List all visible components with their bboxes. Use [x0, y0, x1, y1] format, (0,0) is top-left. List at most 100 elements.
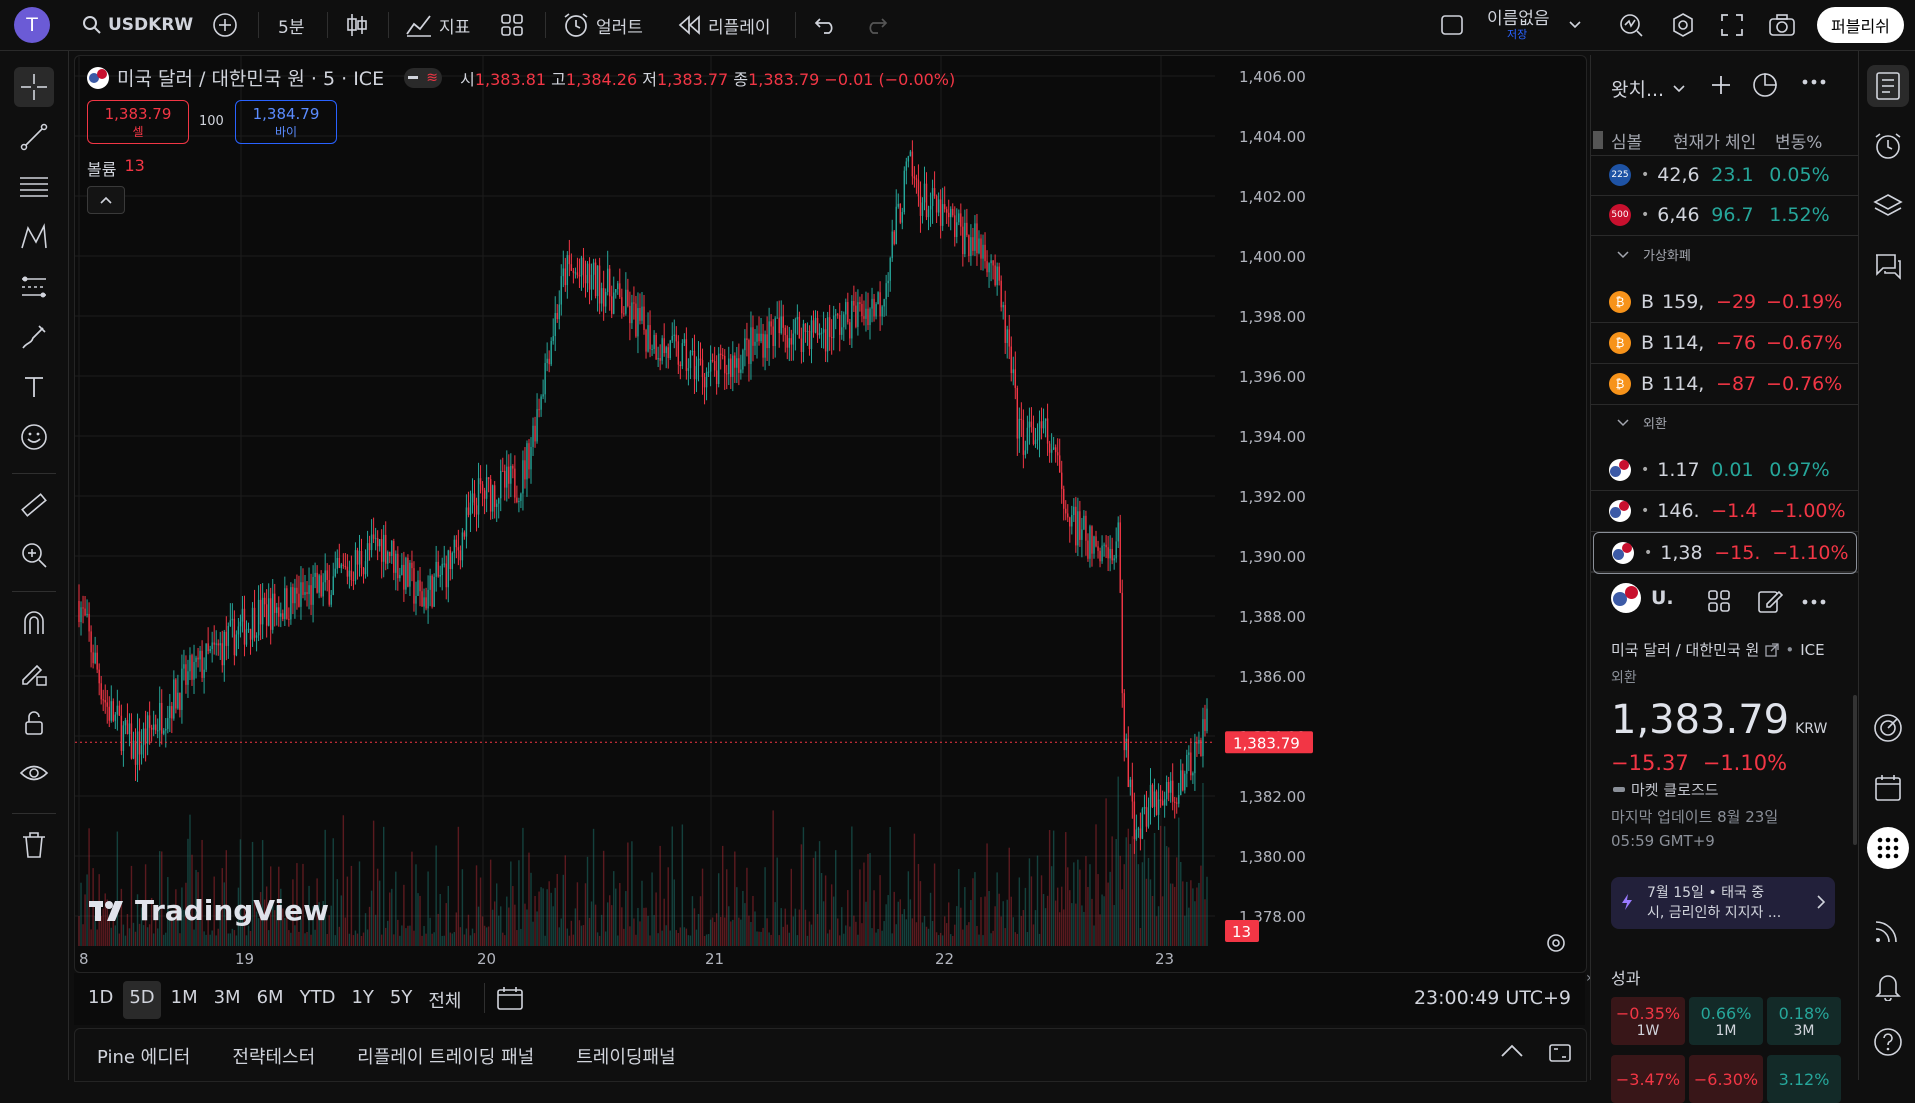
range-button[interactable]: 3M — [208, 981, 247, 1019]
performance-tile[interactable]: 0.66% 1M — [1689, 997, 1763, 1045]
price-chart[interactable]: 1,406.00 1,404.00 1,402.00 1,400.00 1,398.00… — [75, 56, 1586, 972]
hotlists-toggle[interactable] — [1867, 707, 1909, 749]
legend-toggle[interactable]: ≋ — [404, 67, 443, 88]
range-button[interactable]: 1M — [165, 981, 204, 1019]
chart-title[interactable]: 미국 달러 / 대한민국 원 · 5 · ICE — [117, 64, 384, 91]
chart-settings-button[interactable] — [1545, 932, 1567, 954]
calendar-toggle[interactable] — [1867, 767, 1909, 809]
col-change-pct[interactable]: 변동% — [1775, 128, 1822, 153]
undo-button[interactable] — [814, 0, 838, 50]
range-button[interactable]: 5D — [123, 981, 161, 1019]
col-symbol[interactable]: 심볼 — [1611, 128, 1659, 153]
watchlist-row[interactable]: • 146. −1.4 −1.00% — [1591, 491, 1859, 532]
watchlist-row[interactable]: • 1.17 0.01 0.97% — [1591, 450, 1859, 491]
crosshair-tool[interactable] — [14, 67, 54, 107]
replay-button[interactable]: 리플레이 — [678, 0, 771, 50]
quick-search-button[interactable] — [1618, 0, 1644, 50]
symbol-search[interactable]: USDKRW — [82, 0, 193, 50]
panel-tab[interactable]: 리플레이 트레이딩 패널 — [357, 1043, 534, 1069]
settings-button[interactable] — [1670, 0, 1696, 50]
panel-tab[interactable]: Pine 에디터 — [97, 1043, 190, 1069]
performance-tile[interactable]: −0.35% 1W — [1611, 997, 1685, 1045]
buy-button[interactable]: 1,384.79 바이 — [235, 100, 337, 144]
details-edit-button[interactable] — [1757, 588, 1783, 614]
details-more-button[interactable] — [1801, 597, 1827, 607]
redo-button[interactable] — [864, 0, 888, 50]
section-fx[interactable]: 외환 — [1617, 413, 1667, 432]
layouts-button[interactable] — [500, 0, 524, 50]
details-name[interactable]: 미국 달러 / 대한민국 원 — [1611, 639, 1759, 660]
emoji-tool[interactable] — [14, 417, 54, 457]
news-card[interactable]: 7월 15일 • 태국 중 시, 금리인하 지지자 ... — [1611, 877, 1835, 929]
object-tree-toggle[interactable] — [1867, 185, 1909, 227]
chart-style-button[interactable] — [345, 0, 369, 50]
text-tool[interactable] — [14, 367, 54, 407]
user-avatar[interactable]: T — [14, 0, 50, 50]
chat-toggle[interactable] — [1867, 245, 1909, 287]
watchlist-row[interactable]: • 1,38 −15. −1.10% — [1593, 532, 1857, 574]
delete-drawings-tool[interactable] — [14, 825, 54, 865]
collapse-panel-button[interactable] — [1500, 1043, 1524, 1059]
watchlist-row[interactable]: ₿ B 159, −29 −0.19% — [1591, 282, 1859, 323]
pattern-tool[interactable] — [14, 217, 54, 257]
sell-button[interactable]: 1,383.79 셀 — [87, 100, 189, 144]
alert-button[interactable]: 얼러트 — [562, 0, 643, 50]
collapse-legend-button[interactable] — [87, 186, 125, 214]
col-change[interactable]: 체인지 — [1725, 128, 1757, 153]
advanced-view-button[interactable] — [1751, 71, 1779, 99]
watchlist-toggle[interactable] — [1867, 65, 1909, 107]
magnet-tool[interactable] — [14, 603, 54, 643]
chart-pane[interactable]: 1,406.00 1,404.00 1,402.00 1,400.00 1,398.00… — [74, 55, 1587, 973]
indicators-button[interactable]: 지표 — [405, 0, 470, 50]
streams-toggle[interactable] — [1867, 909, 1909, 951]
watchlist-more-button[interactable] — [1801, 77, 1827, 87]
details-grid-button[interactable] — [1707, 589, 1731, 613]
forecast-tool[interactable] — [14, 267, 54, 307]
range-button[interactable]: 6M — [251, 981, 290, 1019]
fullscreen-button[interactable] — [1720, 0, 1744, 50]
trendline-tool[interactable] — [14, 117, 54, 157]
clock-display[interactable]: 23:00:49 UTC+9 — [1414, 987, 1571, 1009]
panel-tab[interactable]: 전략테스터 — [232, 1043, 315, 1069]
zoom-tool[interactable] — [14, 535, 54, 575]
layout-name[interactable]: 이름없음 저장 — [1487, 0, 1550, 50]
snapshot-button[interactable] — [1768, 0, 1796, 50]
interval-button[interactable]: 5분 — [278, 0, 304, 50]
publish-button[interactable]: 퍼블리쉬 — [1817, 7, 1904, 43]
fib-tool[interactable] — [14, 167, 54, 207]
alerts-toggle[interactable] — [1867, 125, 1909, 167]
layout-menu-button[interactable] — [1568, 0, 1582, 50]
range-button[interactable]: 1Y — [345, 981, 379, 1019]
details-symbol[interactable]: U. — [1651, 587, 1674, 609]
external-link-icon[interactable] — [1765, 642, 1779, 657]
col-last[interactable]: 현재가 — [1673, 128, 1725, 153]
performance-tile[interactable]: −3.47% — [1611, 1055, 1685, 1103]
hide-drawings-tool[interactable] — [14, 753, 54, 793]
compare-button[interactable] — [212, 0, 238, 50]
maximize-panel-button[interactable] — [1548, 1041, 1572, 1065]
lock-all-tool[interactable] — [14, 703, 54, 743]
range-button[interactable]: 5Y — [384, 981, 418, 1019]
range-button[interactable]: 전체 — [422, 981, 467, 1019]
watchlist-row[interactable]: 500 • 6,46 96.7 1.52% — [1591, 195, 1859, 236]
products-toggle[interactable] — [1867, 827, 1909, 869]
help-toggle[interactable] — [1867, 1021, 1909, 1063]
scrollbar[interactable] — [1853, 695, 1857, 845]
goto-date-button[interactable] — [496, 985, 524, 1011]
add-symbol-button[interactable] — [1709, 73, 1733, 97]
watchlist-row[interactable]: 225 • 42,6 23.1 0.05% — [1591, 155, 1859, 196]
brush-tool[interactable] — [14, 317, 54, 357]
volume-legend[interactable]: 볼륨 13 — [87, 156, 145, 180]
symbol-name[interactable]: USDKRW — [108, 15, 193, 35]
notifications-toggle[interactable] — [1867, 965, 1909, 1007]
performance-tile[interactable]: −6.30% — [1689, 1055, 1763, 1103]
avatar[interactable]: T — [14, 7, 50, 43]
watchlist-row[interactable]: ₿ B 114, −87 −0.76% — [1591, 364, 1859, 405]
performance-tile[interactable]: 0.18% 3M — [1767, 997, 1841, 1045]
performance-tile[interactable]: 3.12% — [1767, 1055, 1841, 1103]
lock-drawings-tool[interactable] — [14, 653, 54, 693]
watchlist-selector[interactable]: 왓치... — [1611, 75, 1686, 102]
panel-tab[interactable]: 트레이딩패널 — [576, 1043, 675, 1069]
range-button[interactable]: YTD — [294, 981, 342, 1019]
section-crypto[interactable]: 가상화폐 — [1617, 245, 1691, 264]
